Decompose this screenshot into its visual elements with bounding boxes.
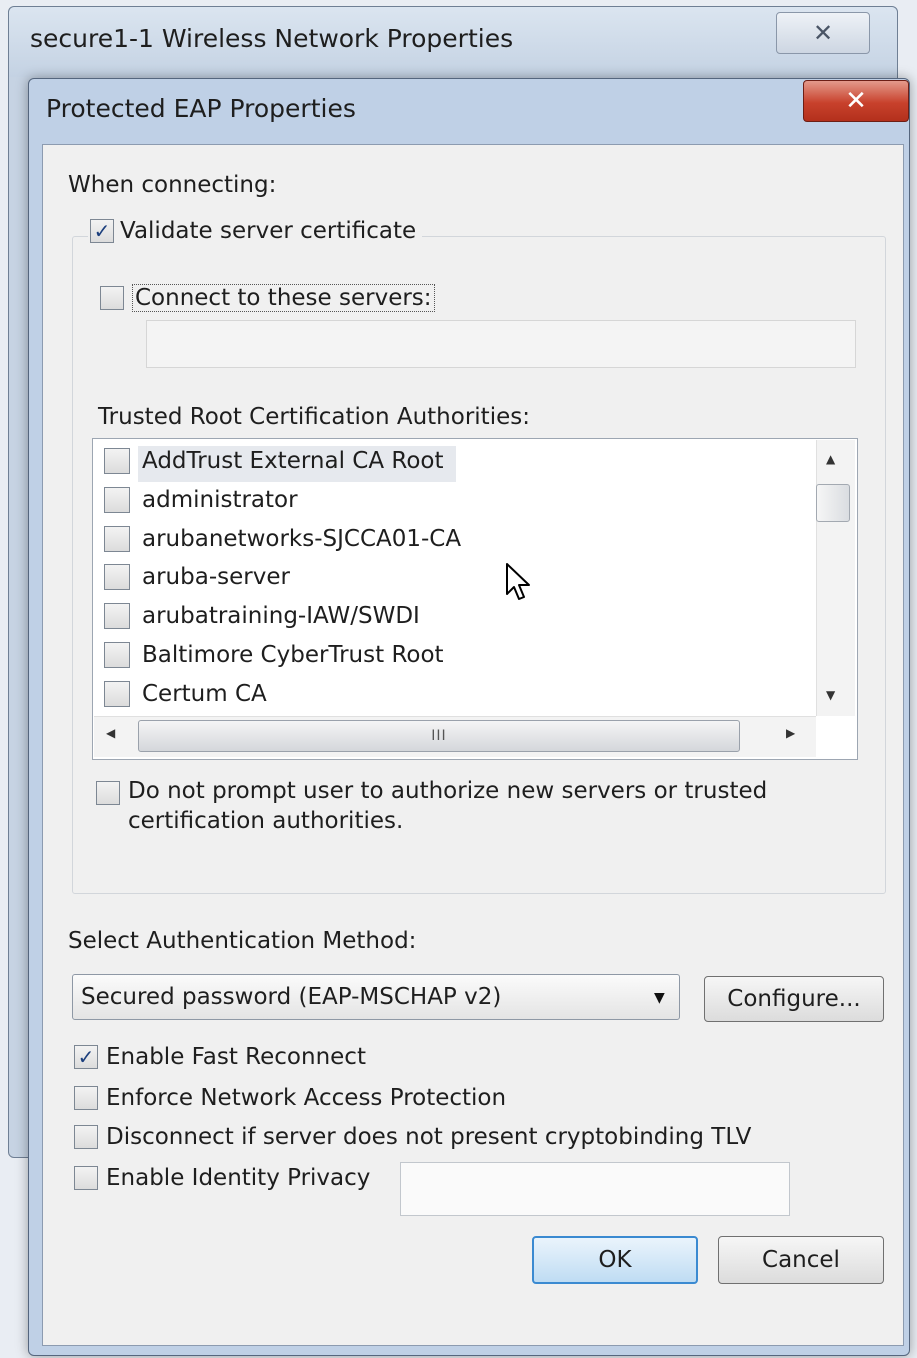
horizontal-scroll-thumb[interactable]: III [138,720,740,752]
auth-method-label: Select Authentication Method: [68,928,417,954]
scroll-down-icon[interactable]: ▼ [826,688,835,702]
auth-method-select[interactable]: Secured password (EAP-MSCHAP v2) [72,974,680,1020]
ca-list-item[interactable]: aruba-server [104,564,290,591]
ca-list-item[interactable]: arubanetworks-SJCCA01-CA [104,525,462,552]
mouse-cursor-icon [506,563,530,600]
connect-servers-label: Connect to these servers: [132,284,435,312]
ca-list-item[interactable]: Certum CA [104,680,267,707]
validate-certificate-checkbox[interactable]: ✓ [90,219,114,243]
validate-certificate-label: Validate server certificate [120,218,417,244]
when-connecting-label: When connecting: [68,172,277,198]
connect-servers-checkbox[interactable] [100,286,124,310]
vertical-scrollbar[interactable] [816,440,855,716]
ca-item-label: Certum CA [142,680,267,707]
identity-privacy-label: Enable Identity Privacy [106,1165,371,1191]
servers-input[interactable] [146,320,856,368]
cancel-button[interactable]: Cancel [718,1236,884,1284]
ca-item-label: administrator [142,486,298,513]
ca-item-label: arubatraining-IAW/SWDI [142,603,420,630]
ok-button[interactable]: OK [532,1236,698,1284]
ca-item-label: arubanetworks-SJCCA01-CA [142,525,462,552]
scroll-right-icon[interactable]: ▶ [786,726,795,740]
close-icon: ✕ [845,86,867,116]
ca-item-checkbox[interactable] [104,642,130,668]
cryptobinding-checkbox[interactable] [74,1125,98,1149]
ca-item-label: AddTrust External CA Root [142,448,444,474]
identity-privacy-checkbox[interactable] [74,1166,98,1190]
ca-item-checkbox[interactable] [104,564,130,591]
ca-list-item[interactable]: administrator [104,486,298,513]
no-prompt-label-line1: Do not prompt user to authorize new serv… [128,778,768,804]
ca-list-item[interactable]: arubatraining-IAW/SWDI [104,603,420,630]
ca-item-checkbox[interactable] [104,525,130,552]
scroll-left-icon[interactable]: ◀ [106,726,115,740]
enforce-nap-checkbox[interactable] [74,1086,98,1110]
vertical-scroll-thumb[interactable] [816,484,850,522]
ca-list-item[interactable]: Baltimore CyberTrust Root [104,642,444,668]
dialog-close-button[interactable]: ✕ [803,80,909,122]
ca-item-label: aruba-server [142,564,290,591]
auth-method-value: Secured password (EAP-MSCHAP v2) [81,984,502,1010]
identity-input[interactable] [400,1162,790,1216]
configure-button[interactable]: Configure... [704,976,884,1022]
fast-reconnect-label: Enable Fast Reconnect [106,1044,366,1070]
grip-icon: III [431,728,447,744]
ca-item-checkbox[interactable] [104,448,130,474]
dialog-title: Protected EAP Properties [46,94,356,123]
ca-item-checkbox[interactable] [104,603,130,630]
ca-list-item[interactable]: AddTrust External CA Root [104,448,444,474]
enforce-nap-label: Enforce Network Access Protection [106,1085,507,1111]
validate-certificate-row[interactable]: ✓ Validate server certificate [88,218,423,244]
chevron-down-icon[interactable]: ▼ [654,990,665,1006]
scroll-up-icon[interactable]: ▲ [826,452,835,466]
ca-item-checkbox[interactable] [104,486,130,513]
ca-item-checkbox[interactable] [104,680,130,707]
background-close-button[interactable]: ✕ [776,12,870,54]
no-prompt-checkbox[interactable] [96,781,120,805]
option-enforce-nap[interactable]: Enforce Network Access Protection [74,1085,506,1111]
no-prompt-label-line2: certification authorities. [128,808,404,834]
connect-servers-row[interactable]: Connect to these servers: [100,284,435,312]
close-icon: ✕ [812,19,834,47]
option-fast-reconnect[interactable]: ✓ Enable Fast Reconnect [74,1044,366,1070]
option-identity-privacy[interactable]: Enable Identity Privacy [74,1165,370,1191]
option-cryptobinding[interactable]: Disconnect if server does not present cr… [74,1124,751,1150]
fast-reconnect-checkbox[interactable]: ✓ [74,1045,98,1069]
no-prompt-row[interactable]: Do not prompt user to authorize new serv… [96,778,767,834]
background-window-title: secure1-1 Wireless Network Properties [30,24,514,53]
cryptobinding-label: Disconnect if server does not present cr… [106,1124,752,1150]
trusted-root-label: Trusted Root Certification Authorities: [98,404,530,430]
ca-item-label: Baltimore CyberTrust Root [142,642,444,668]
